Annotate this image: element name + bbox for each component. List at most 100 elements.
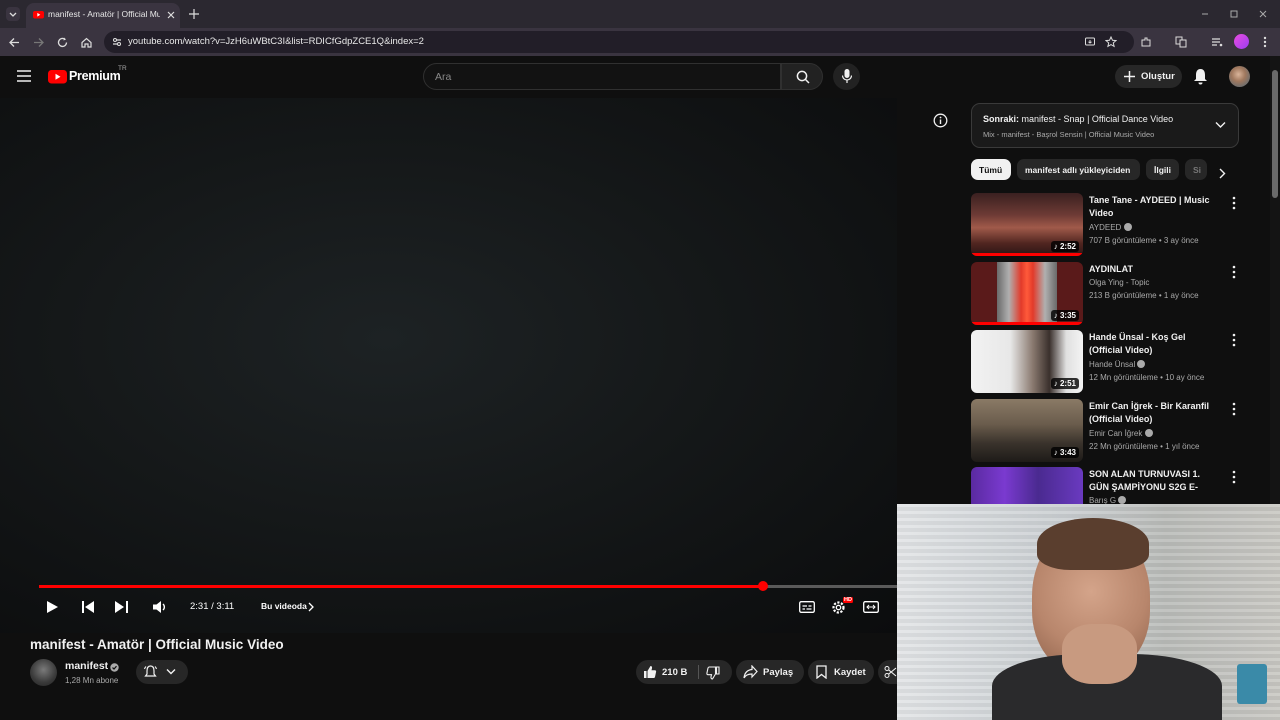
- watched-bar: [971, 322, 1083, 325]
- info-icon[interactable]: [933, 113, 948, 128]
- chevron-right-icon[interactable]: [1218, 168, 1226, 179]
- play-icon[interactable]: [46, 600, 59, 614]
- search-placeholder: Ara: [435, 71, 452, 83]
- new-tab-icon[interactable]: [188, 8, 200, 20]
- site-settings-icon[interactable]: [111, 36, 123, 48]
- account-avatar[interactable]: [1229, 66, 1250, 87]
- guide-menu-icon[interactable]: [17, 70, 31, 82]
- recommendation-title[interactable]: Hande Ünsal - Koş Gel (Official Video): [1089, 331, 1219, 357]
- masthead: Premium TR Ara Oluştur: [0, 56, 1280, 98]
- video-thumbnail[interactable]: ♪ 3:35: [971, 262, 1083, 325]
- video-thumbnail[interactable]: [971, 467, 1083, 505]
- recommendation-meta: 22 Mn görüntüleme • 1 yıl önce: [1089, 442, 1200, 451]
- recommendation-channel[interactable]: Olga Ying - Topic: [1089, 278, 1149, 287]
- save-button[interactable]: Kaydet: [808, 660, 874, 684]
- save-label: Kaydet: [834, 667, 866, 678]
- settings-button[interactable]: HD: [831, 597, 853, 615]
- recommendation-title[interactable]: Emir Can İğrek - Bir Karanfil (Official …: [1089, 400, 1219, 426]
- verified-badge-icon: [1123, 223, 1132, 231]
- volume-icon[interactable]: [153, 600, 168, 614]
- verified-badge-icon: [1144, 429, 1153, 437]
- extensions-icon[interactable]: [1140, 36, 1152, 48]
- translate-icon[interactable]: [1175, 36, 1187, 48]
- clip-button[interactable]: [878, 660, 897, 684]
- person-hand: [1062, 624, 1137, 684]
- thumbs-up-icon: [644, 666, 657, 678]
- install-app-icon[interactable]: [1084, 36, 1096, 48]
- subscribed-notifications-button[interactable]: [136, 660, 188, 684]
- voice-search-button[interactable]: [833, 63, 860, 90]
- tab-list-button[interactable]: [6, 7, 20, 21]
- bookmark-star-icon[interactable]: [1105, 36, 1117, 48]
- next-icon[interactable]: [115, 601, 128, 613]
- more-actions-icon[interactable]: [1229, 332, 1239, 348]
- back-icon[interactable]: [8, 36, 21, 49]
- channel-avatar[interactable]: [30, 659, 57, 686]
- recommendation-channel[interactable]: Hande Ünsal: [1089, 360, 1146, 369]
- chip-all[interactable]: Tümü: [971, 159, 1011, 180]
- close-tab-icon[interactable]: [166, 10, 176, 20]
- duration-badge: ♪ 2:52: [1050, 241, 1079, 252]
- reload-icon[interactable]: [56, 36, 69, 49]
- hd-badge: HD: [843, 597, 853, 603]
- thumbs-down-icon[interactable]: [706, 666, 720, 680]
- scrollbar-thumb[interactable]: [1272, 70, 1278, 198]
- share-button[interactable]: Paylaş: [736, 660, 804, 684]
- microphone-icon: [842, 69, 852, 83]
- recommendation-channel[interactable]: Emir Can İğrek: [1089, 429, 1153, 438]
- profile-avatar[interactable]: [1234, 34, 1249, 49]
- progress-scrubber[interactable]: [758, 581, 769, 591]
- chevron-down-icon[interactable]: [1215, 121, 1226, 129]
- playlist-panel-header[interactable]: Sonraki: manifest - Snap | Official Danc…: [971, 103, 1239, 148]
- video-thumbnail[interactable]: ♪ 3:43: [971, 399, 1083, 462]
- recommendation-title[interactable]: Tane Tane - AYDEED | Music Video: [1089, 194, 1219, 220]
- theater-mode-icon[interactable]: [863, 601, 879, 613]
- chip-from-uploader[interactable]: manifest adlı yükleyiciden: [1017, 159, 1140, 180]
- home-icon[interactable]: [80, 36, 93, 49]
- plus-icon: [1124, 71, 1135, 82]
- more-actions-icon[interactable]: [1229, 264, 1239, 280]
- more-actions-icon[interactable]: [1229, 469, 1239, 485]
- recommendation-item[interactable]: ♪ 2:52 Tane Tane - AYDEED | Music Video …: [971, 193, 1241, 257]
- background-object: [1237, 664, 1267, 704]
- media-control-icon[interactable]: [1211, 36, 1223, 48]
- notifications-bell-icon[interactable]: [1193, 68, 1208, 85]
- time-display: 2:31 / 3:11: [190, 601, 235, 612]
- like-button[interactable]: 210 B: [636, 660, 696, 684]
- progress-bar[interactable]: [39, 581, 897, 591]
- more-actions-icon[interactable]: [1229, 401, 1239, 417]
- restore-icon[interactable]: [1229, 9, 1239, 19]
- chapter-button[interactable]: Bu videoda: [261, 601, 307, 611]
- recommendation-item[interactable]: ♪ 3:43 Emir Can İğrek - Bir Karanfil (Of…: [971, 399, 1241, 463]
- subtitles-icon[interactable]: [799, 601, 815, 613]
- bell-ringing-icon: [143, 665, 158, 677]
- recommendation-title[interactable]: AYDINLAT: [1089, 263, 1219, 276]
- recommendation-item[interactable]: ♪ 3:35 AYDINLAT Olga Ying - Topic 213 B …: [971, 262, 1241, 326]
- video-thumbnail[interactable]: ♪ 2:51: [971, 330, 1083, 393]
- previous-icon[interactable]: [82, 601, 95, 613]
- youtube-premium-logo[interactable]: Premium TR: [48, 65, 138, 88]
- recommendation-title[interactable]: SON ALAN TURNUVASI 1. GÜN ŞAMPİYONU S2G …: [1089, 468, 1219, 495]
- recommendation-channel[interactable]: AYDEED: [1089, 223, 1132, 232]
- region-code: TR: [118, 65, 127, 72]
- more-actions-icon[interactable]: [1229, 195, 1239, 211]
- recommendation-item[interactable]: ♪ 2:51 Hande Ünsal - Koş Gel (Official V…: [971, 330, 1241, 394]
- close-window-icon[interactable]: [1258, 9, 1268, 19]
- create-label: Oluştur: [1141, 71, 1175, 82]
- browser-menu-icon[interactable]: [1262, 36, 1268, 48]
- video-thumbnail[interactable]: ♪ 2:52: [971, 193, 1083, 256]
- recommendation-item[interactable]: SON ALAN TURNUVASI 1. GÜN ŞAMPİYONU S2G …: [971, 467, 1241, 505]
- address-bar[interactable]: youtube.com/watch?v=JzH6uWBtC3I&list=RDI…: [104, 31, 1134, 53]
- forward-icon[interactable]: [32, 36, 45, 49]
- browser-tab-active[interactable]: manifest - Amatör | Official Mu: [26, 3, 180, 28]
- video-player[interactable]: 2:31 / 3:11 Bu videoda HD: [0, 98, 897, 633]
- duration-badge: ♪ 2:51: [1050, 378, 1079, 389]
- chip-related[interactable]: İlgili: [1146, 159, 1179, 180]
- search-input[interactable]: Ara: [423, 63, 781, 90]
- chip-more[interactable]: Si: [1185, 159, 1207, 180]
- browser-toolbar: youtube.com/watch?v=JzH6uWBtC3I&list=RDI…: [0, 28, 1280, 56]
- search-button[interactable]: [781, 63, 823, 90]
- minimize-icon[interactable]: [1200, 9, 1210, 19]
- create-button[interactable]: Oluştur: [1115, 65, 1182, 88]
- channel-name[interactable]: manifest: [65, 660, 108, 672]
